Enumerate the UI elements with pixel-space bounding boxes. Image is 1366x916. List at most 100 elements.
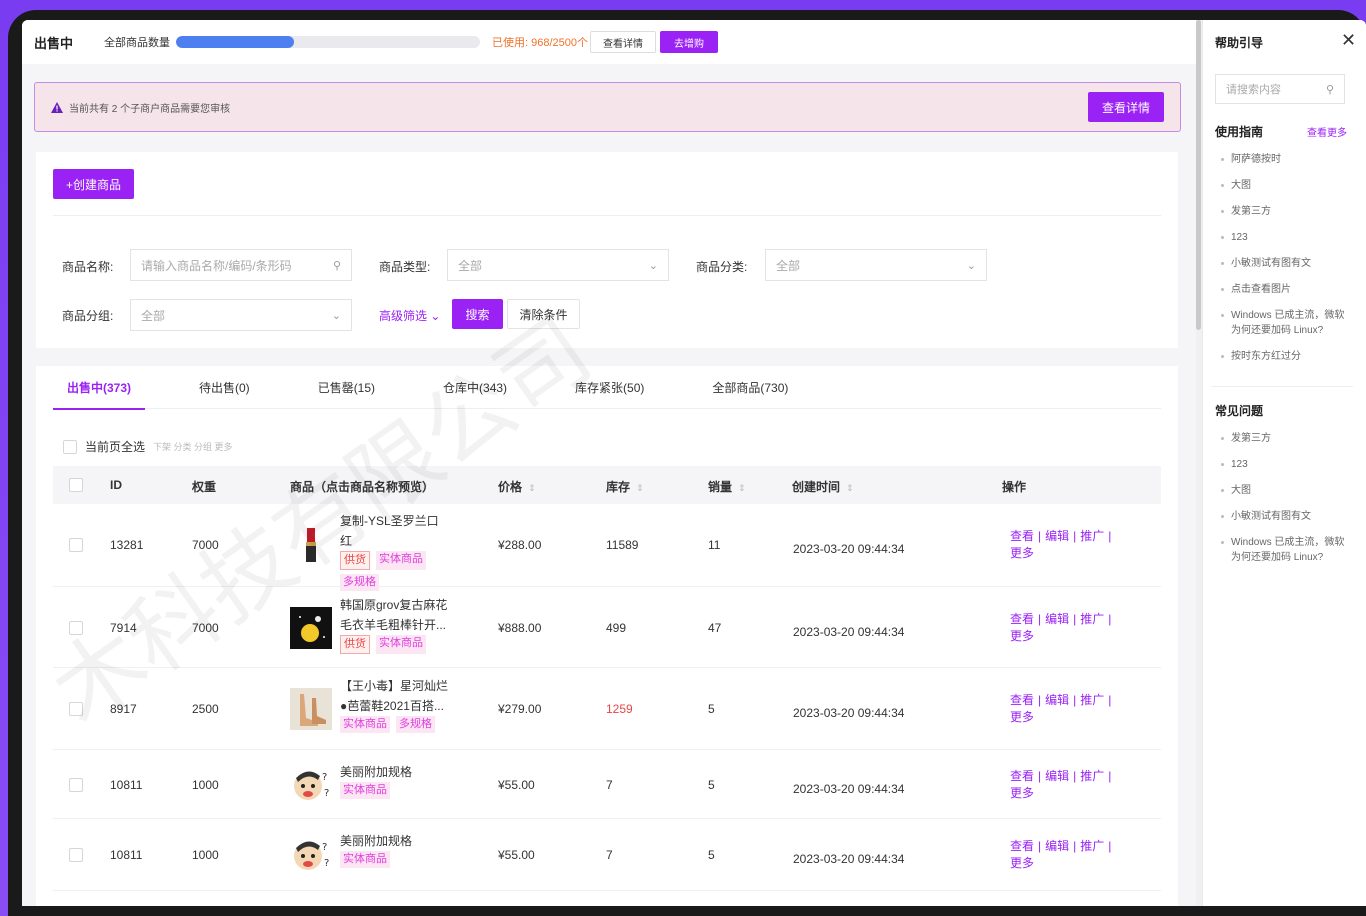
more-link[interactable]: 更多 [1010, 710, 1034, 724]
tab-2[interactable]: 已售罄(15) [304, 366, 389, 409]
create-product-button[interactable]: +创建商品 [53, 169, 134, 199]
cell-weight[interactable]: 1000 [192, 778, 219, 792]
more-link[interactable]: 更多 [1010, 629, 1034, 643]
edit-link[interactable]: 编辑 [1045, 839, 1069, 853]
help-list-item[interactable]: 小敏测试有图有文 [1221, 509, 1351, 524]
help-list-item[interactable]: Windows 已成主流，微软为何还要加码 Linux? [1221, 535, 1351, 565]
search-button[interactable]: 搜索 [452, 299, 503, 329]
help-list-item[interactable]: 123 [1221, 230, 1351, 245]
separator: | [1038, 611, 1042, 626]
help-list-item[interactable]: 发第三方 [1221, 431, 1351, 446]
tab-5[interactable]: 全部商品(730) [698, 366, 802, 409]
product-name-link[interactable]: 韩国原grov复古麻花毛衣羊毛粗棒针开... [340, 595, 450, 635]
separator: | [1073, 839, 1077, 853]
help-list-item[interactable]: 小敏测试有图有文 [1221, 256, 1351, 271]
clear-filters-button[interactable]: 清除条件 [507, 299, 580, 329]
status-tabs: 出售中(373) 待出售(0) 已售罄(15) 仓库中(343) 库存紧张(50) 全部商… [53, 366, 1161, 410]
view-link[interactable]: 查看 [1010, 693, 1034, 707]
product-info: 【王小毒】星河灿烂●芭蕾鞋2021百搭... 实体商品 多规格 [340, 676, 460, 733]
help-title: 帮助引导 [1215, 36, 1264, 50]
help-list-item[interactable]: 大图 [1221, 178, 1351, 193]
tab-0[interactable]: 出售中(373) [53, 366, 146, 410]
help-list-item[interactable]: 按时东方红过分 [1221, 349, 1351, 364]
help-list-item[interactable]: 123 [1221, 457, 1351, 472]
th-sales[interactable]: 销量 ⇕ [708, 478, 746, 495]
more-link[interactable]: 更多 [1010, 546, 1034, 560]
sort-icon: ⇕ [738, 483, 746, 493]
view-link[interactable]: 查看 [1010, 612, 1034, 626]
scrollbar-thumb[interactable] [1196, 20, 1201, 330]
chevron-down-icon: ⌄ [430, 309, 441, 323]
tab-3[interactable]: 仓库中(343) [429, 366, 521, 409]
bulk-actions[interactable]: 下架 分类 分组 更多 [153, 440, 233, 453]
promote-link[interactable]: 推广 [1080, 839, 1104, 853]
edit-link[interactable]: 编辑 [1045, 529, 1069, 543]
cell-weight[interactable]: 7000 [192, 621, 219, 635]
guide-more-link[interactable]: 查看更多 [1307, 124, 1347, 139]
product-tag: 供货 [340, 551, 370, 570]
edit-link[interactable]: 编辑 [1045, 769, 1069, 783]
view-link[interactable]: 查看 [1010, 529, 1034, 543]
promote-link[interactable]: 推广 [1080, 769, 1104, 783]
help-list-item[interactable]: 点击查看图片 [1221, 282, 1351, 297]
edit-link[interactable]: 编辑 [1045, 693, 1069, 707]
product-thumbnail[interactable] [290, 524, 332, 566]
product-name-link[interactable]: 【王小毒】星河灿烂●芭蕾鞋2021百搭... [340, 676, 450, 716]
notice-view-details-button[interactable]: 查看详情 [1087, 92, 1164, 122]
edit-link[interactable]: 编辑 [1045, 612, 1069, 626]
view-details-button[interactable]: 查看详情 [590, 31, 656, 53]
view-link[interactable]: 查看 [1010, 769, 1034, 783]
product-name-link[interactable]: 美丽附加规格 [340, 762, 450, 782]
product-group-select[interactable]: 全部 ⌄ [130, 299, 352, 331]
th-stock[interactable]: 库存 ⇕ [606, 478, 644, 495]
product-type-select[interactable]: 全部 ⌄ [447, 249, 669, 281]
close-icon[interactable]: ✕ [1341, 30, 1356, 51]
row-checkbox[interactable] [69, 620, 83, 635]
cell-weight[interactable]: 2500 [192, 702, 219, 716]
more-link[interactable]: 更多 [1010, 786, 1034, 800]
product-name-placeholder: 请输入商品名称/编码/条形码 [141, 258, 292, 273]
product-category-select[interactable]: 全部 ⌄ [765, 249, 987, 281]
th-price[interactable]: 价格 ⇕ [498, 478, 536, 495]
header-checkbox[interactable] [69, 478, 83, 492]
table-row: 13281 7000 复制-YSL圣罗兰口红 供货 实体商品 多规格 ¥288.00… [53, 503, 1161, 591]
product-name-link[interactable]: 美丽附加规格 [340, 831, 450, 851]
row-checkbox[interactable] [69, 702, 83, 716]
help-list-item[interactable]: 发第三方 [1221, 204, 1351, 219]
product-thumbnail[interactable] [290, 688, 332, 730]
product-name-input[interactable]: 请输入商品名称/编码/条形码 ⚲ [130, 249, 352, 281]
promote-link[interactable]: 推广 [1080, 612, 1104, 626]
product-thumbnail[interactable]: ?? [290, 834, 332, 876]
advanced-filter-toggle[interactable]: 高级筛选 ⌄ [379, 307, 440, 324]
row-checkbox[interactable] [69, 848, 83, 862]
cell-weight[interactable]: 1000 [192, 848, 219, 862]
product-thumbnail[interactable]: ?? [290, 763, 332, 806]
row-checkbox[interactable] [69, 777, 83, 792]
promote-link[interactable]: 推广 [1080, 529, 1104, 543]
cell-id: 10811 [110, 848, 143, 862]
select-all-checkbox[interactable] [63, 439, 77, 454]
tab-4[interactable]: 库存紧张(50) [561, 366, 658, 409]
help-list-item[interactable]: Windows 已成主流，微软为何还要加码 Linux? [1221, 308, 1351, 338]
guide-list: 阿萨德按时大图发第三方 123 小敏测试有图有文 点击查看图片 Windows 已成主流… [1221, 152, 1351, 375]
view-link[interactable]: 查看 [1010, 839, 1034, 853]
more-link[interactable]: 更多 [1010, 856, 1034, 870]
buy-more-button[interactable]: 去增购 [660, 31, 718, 53]
separator: | [1038, 693, 1042, 707]
help-list-item[interactable]: 阿萨德按时 [1221, 152, 1351, 167]
group-label: 商品分组: [62, 309, 114, 323]
advanced-filter-label: 高级筛选 [379, 309, 428, 323]
separator: | [1038, 768, 1042, 783]
help-search-input[interactable]: 请搜索内容 ⚲ [1215, 74, 1345, 104]
tab-1[interactable]: 待出售(0) [185, 366, 264, 409]
th-id: ID [110, 478, 122, 492]
help-list-item[interactable]: 大图 [1221, 483, 1351, 498]
promote-link[interactable]: 推广 [1080, 693, 1104, 707]
th-price-label: 价格 [498, 480, 523, 494]
row-checkbox[interactable] [69, 538, 83, 552]
cell-weight[interactable]: 7000 [192, 538, 219, 552]
product-name-link[interactable]: 复制-YSL圣罗兰口红 [340, 511, 450, 551]
th-created[interactable]: 创建时间 ⇕ [792, 478, 854, 495]
chevron-down-icon: ⌄ [648, 259, 658, 272]
product-thumbnail[interactable] [290, 606, 332, 649]
